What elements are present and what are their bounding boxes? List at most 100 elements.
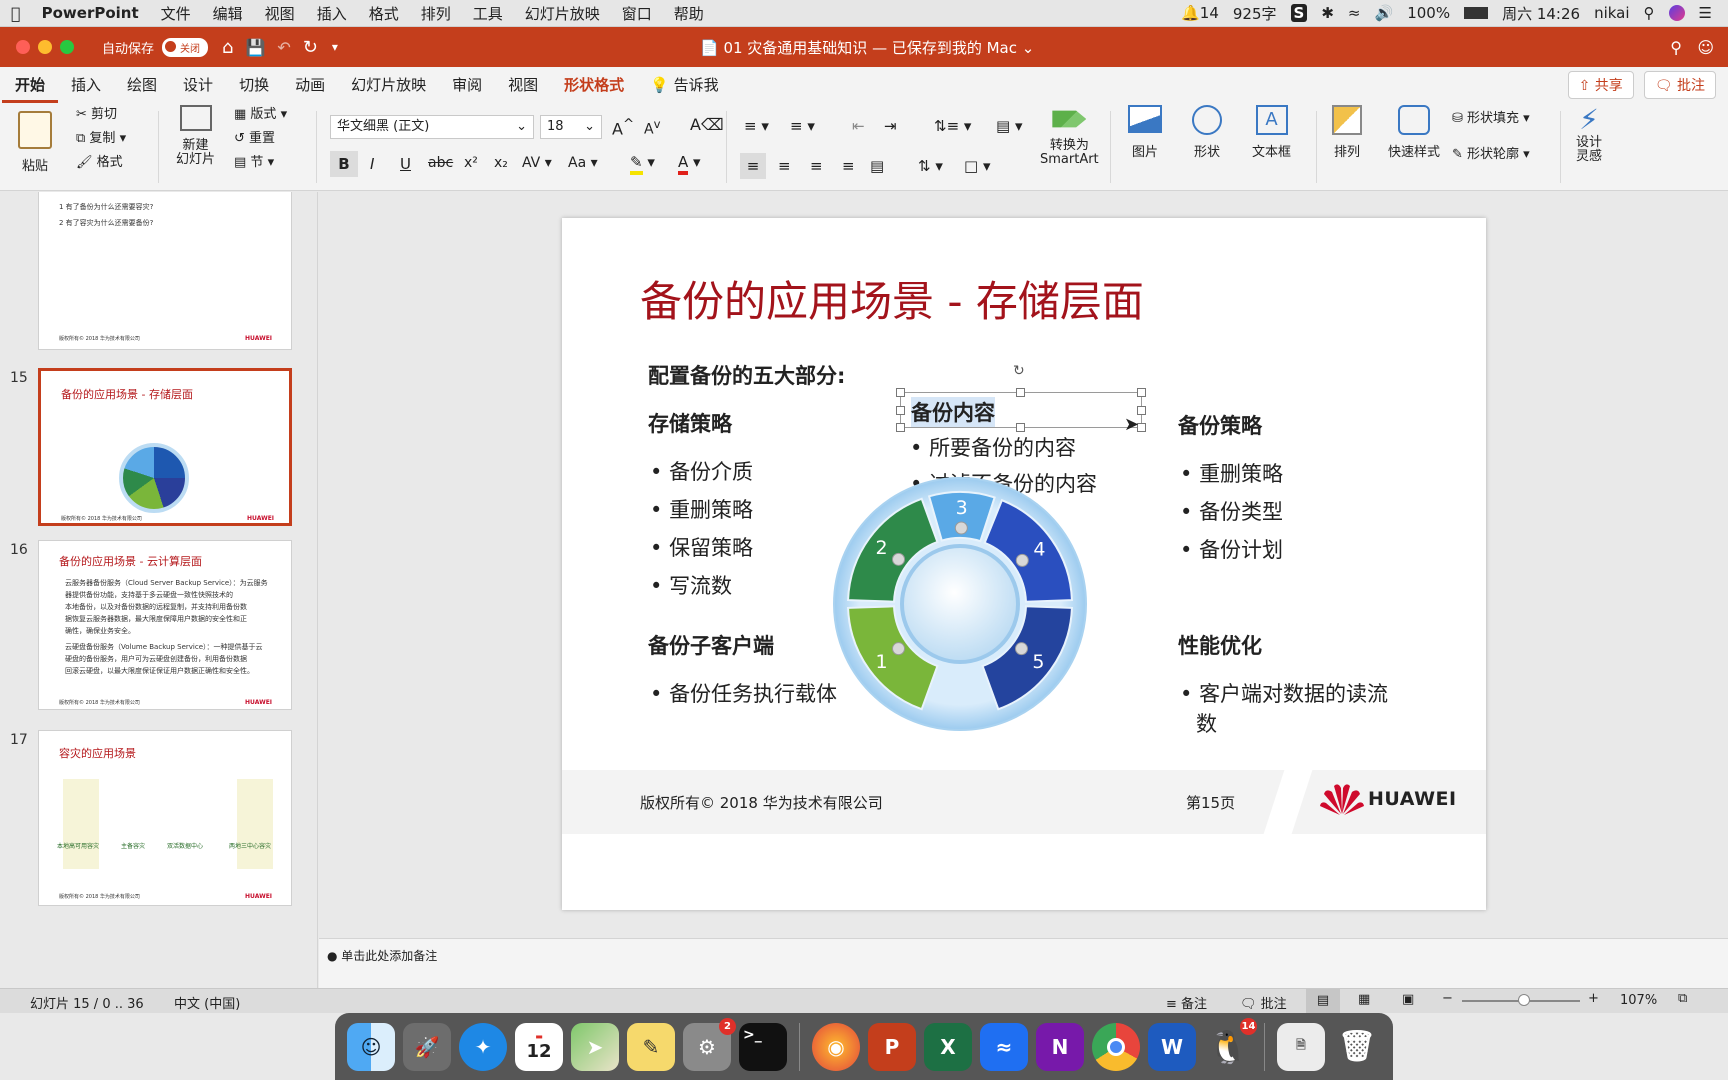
minimize-window-button[interactable]	[38, 40, 52, 54]
bullet-item[interactable]: • 备份计划	[1180, 534, 1283, 564]
menu-insert[interactable]: 插入	[306, 3, 358, 24]
zoom-out-button[interactable]: −	[1442, 991, 1453, 1006]
tab-draw[interactable]: 绘图	[114, 67, 170, 103]
preview-icon[interactable]: ✎	[627, 1022, 675, 1071]
line-spacing-button[interactable]: ⇅≡ ▾	[934, 117, 971, 135]
smartart-button[interactable]: 转换为 SmartArt	[1040, 105, 1099, 167]
smiley-feedback-icon[interactable]: ☺	[1697, 38, 1714, 57]
calendar-icon[interactable]: ▬ 12	[515, 1022, 563, 1071]
terminal-icon[interactable]: >_	[739, 1022, 787, 1071]
clock[interactable]: 周六 14:26	[1502, 3, 1580, 24]
quick-styles-button[interactable]: 快速样式	[1388, 105, 1440, 160]
zoom-in-button[interactable]: +	[1588, 991, 1599, 1006]
autosave-toggle[interactable]: 关闭	[162, 37, 209, 57]
qq-icon[interactable]: 🐧 14	[1204, 1017, 1257, 1071]
tab-home[interactable]: 开始	[2, 67, 59, 103]
bullet-item[interactable]: • 保留策略	[650, 532, 753, 562]
paste-button[interactable]: 粘贴	[18, 111, 52, 174]
shapes-button[interactable]: 形状	[1192, 105, 1222, 160]
tab-view[interactable]: 视图	[495, 67, 551, 103]
bullets-button[interactable]: ≡ ▾	[744, 117, 769, 135]
system-preferences-icon[interactable]: ⚙ 2	[683, 1017, 736, 1071]
italic-button[interactable]: I	[370, 155, 374, 173]
slide-subtitle[interactable]: 配置备份的五大部分:	[648, 360, 845, 390]
section-heading-performance[interactable]: 性能优化	[1178, 630, 1262, 660]
apple-icon[interactable]: 	[0, 4, 32, 23]
layout-button[interactable]: ▦ 版式 ▾	[234, 103, 287, 122]
slide-thumbnail-15[interactable]: 备份的应用场景 - 存储层面 版权所有© 2018 华为技术有限公司 HUAWE…	[38, 368, 292, 526]
home-icon[interactable]: ⌂	[222, 37, 233, 58]
copy-button[interactable]: ⧉ 复制 ▾	[76, 127, 126, 146]
onenote-icon[interactable]: N	[1036, 1022, 1084, 1071]
highlight-color-button[interactable]: ✎ ▾	[630, 153, 655, 175]
slide-title[interactable]: 备份的应用场景 - 存储层面	[640, 268, 1144, 329]
subscript-button[interactable]: x₂	[494, 155, 508, 171]
battery-icon[interactable]	[1464, 7, 1489, 19]
resize-handle[interactable]	[1016, 388, 1025, 397]
new-slide-button[interactable]: 新建 幻灯片	[176, 105, 215, 167]
cut-button[interactable]: ✂ 剪切	[76, 103, 117, 122]
resize-handle[interactable]	[1016, 423, 1025, 432]
bold-button[interactable]: B	[330, 151, 358, 177]
user-menu[interactable]: nikai	[1594, 4, 1629, 22]
powerpoint-icon[interactable]: P	[868, 1022, 916, 1071]
section-heading-subclient[interactable]: 备份子客户端	[648, 630, 774, 660]
superscript-button[interactable]: x²	[464, 155, 478, 171]
tab-design[interactable]: 设计	[170, 67, 226, 103]
language-indicator[interactable]: 中文 (中国)	[174, 993, 240, 1012]
siri-icon[interactable]	[1668, 5, 1685, 21]
menu-window[interactable]: 窗口	[611, 3, 663, 24]
fit-to-window-icon[interactable]: ⧉	[1678, 991, 1687, 1006]
bullet-item[interactable]: • 客户端对数据的读流	[1180, 678, 1388, 708]
comments-toggle-button[interactable]: 🗨 批注	[1240, 993, 1287, 1012]
strikethrough-button[interactable]: abc	[428, 155, 453, 171]
slide-thumbnail-panel[interactable]: 1 有了备份为什么还需要容灾? 2 有了容灾为什么还需要备份? 版权所有© 20…	[0, 192, 318, 988]
huawei-logo[interactable]: HUAWEI	[1320, 782, 1457, 816]
align-left-button[interactable]: ≡	[740, 153, 766, 179]
section-button[interactable]: ▤ 节 ▾	[234, 151, 274, 170]
lark-icon[interactable]: ≈	[980, 1022, 1028, 1071]
tell-me[interactable]: 💡 告诉我	[637, 67, 731, 103]
tab-shape-format[interactable]: 形状格式	[551, 67, 637, 103]
redo-icon[interactable]: ↻	[303, 37, 318, 58]
menu-file[interactable]: 文件	[150, 3, 202, 24]
bluetooth-icon[interactable]: ✱	[1321, 4, 1334, 22]
text-direction-button[interactable]: ⇅ ▾	[918, 157, 943, 175]
menu-format[interactable]: 格式	[358, 3, 410, 24]
control-center-icon[interactable]: ☰	[1699, 4, 1712, 22]
wifi-icon[interactable]: ≈	[1348, 4, 1361, 22]
clear-formatting-icon[interactable]: A⌫	[690, 115, 724, 134]
decrease-font-icon[interactable]: Av	[644, 117, 660, 138]
section-heading-storage[interactable]: 存储策略	[648, 408, 732, 438]
resize-handle[interactable]	[896, 423, 905, 432]
resize-handle[interactable]	[896, 388, 905, 397]
close-window-button[interactable]	[16, 40, 30, 54]
safari-icon[interactable]: ✦	[459, 1022, 507, 1071]
bullet-item[interactable]: • 写流数	[650, 570, 732, 600]
designer-button[interactable]: ⚡ 设计 灵感	[1576, 103, 1602, 164]
reset-button[interactable]: ↺ 重置	[234, 127, 275, 146]
shape-outline-button[interactable]: ✎ 形状轮廓 ▾	[1452, 143, 1530, 162]
underline-button[interactable]: U	[400, 155, 411, 173]
menu-arrange[interactable]: 排列	[410, 3, 462, 24]
word-icon[interactable]: W	[1148, 1022, 1196, 1071]
align-text-button[interactable]: □ ▾	[964, 157, 990, 175]
chrome-icon[interactable]	[1092, 1022, 1140, 1071]
customize-toolbar-icon[interactable]: ▾	[332, 40, 338, 54]
font-color-button[interactable]: A ▾	[678, 153, 701, 175]
bullet-item[interactable]: • 备份介质	[650, 456, 753, 486]
shape-fill-button[interactable]: ⛁ 形状填充 ▾	[1452, 107, 1530, 126]
tab-review[interactable]: 审阅	[439, 67, 495, 103]
trash-icon[interactable]: 🗑	[1333, 1023, 1381, 1071]
slide-thumbnail-16[interactable]: 备份的应用场景 - 云计算层面 云服务器备份服务（Cloud Server Ba…	[38, 540, 292, 710]
decrease-indent-button[interactable]: ⇤	[852, 117, 865, 135]
excel-icon[interactable]: X	[924, 1022, 972, 1071]
bullet-item[interactable]: • 重删策略	[1180, 458, 1283, 488]
menu-tools[interactable]: 工具	[462, 3, 514, 24]
slide-copyright[interactable]: 版权所有© 2018 华为技术有限公司	[640, 792, 883, 813]
increase-font-icon[interactable]: A^	[612, 117, 634, 138]
firefox-icon[interactable]: ◉	[812, 1022, 860, 1071]
tab-transitions[interactable]: 切换	[226, 67, 282, 103]
bullet-item[interactable]: • 重删策略	[650, 494, 753, 524]
font-size-select[interactable]: 18 ⌄	[540, 115, 602, 139]
